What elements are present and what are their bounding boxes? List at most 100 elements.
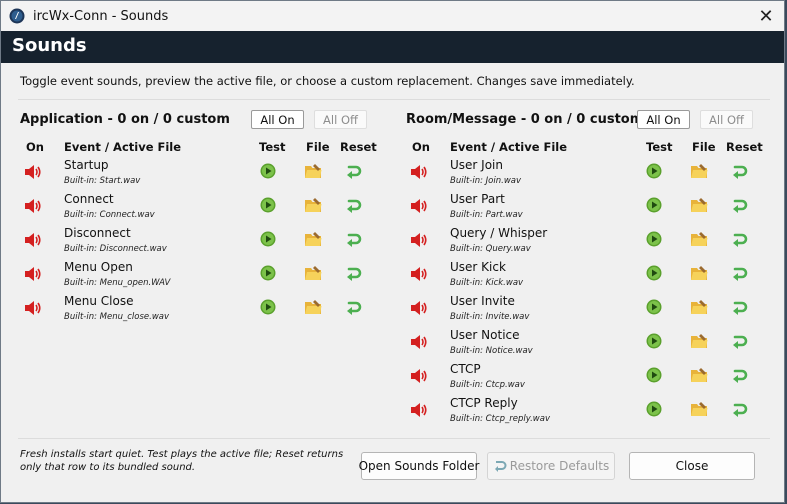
active-file: Built-in: Kick.wav — [450, 278, 524, 288]
event-name: Query / Whisper — [450, 226, 548, 240]
play-icon[interactable] — [260, 265, 276, 281]
folder-icon[interactable] — [690, 367, 708, 383]
col-on: On — [26, 140, 44, 154]
window-title: ircWx-Conn - Sounds — [33, 8, 169, 24]
play-icon[interactable] — [260, 299, 276, 315]
room-all-off-button[interactable]: All Off — [700, 110, 753, 129]
speaker-muted-icon[interactable] — [24, 300, 42, 316]
sound-row: CTCP Built-in: Ctcp.wav — [406, 362, 761, 396]
reset-arrow-icon[interactable] — [731, 367, 749, 383]
event-name: Menu Close — [64, 294, 134, 308]
room-all-on-button[interactable]: All On — [637, 110, 690, 129]
col-reset: Reset — [340, 140, 377, 154]
col-test: Test — [646, 140, 673, 154]
reset-arrow-icon[interactable] — [731, 299, 749, 315]
play-icon[interactable] — [646, 333, 662, 349]
sound-row: User Invite Built-in: Invite.wav — [406, 294, 761, 328]
speaker-muted-icon[interactable] — [410, 266, 428, 282]
room-message-panel: Room/Message - 0 on / 0 custom All On Al… — [406, 109, 763, 430]
speaker-muted-icon[interactable] — [410, 368, 428, 384]
play-icon[interactable] — [646, 231, 662, 247]
app-logo-icon — [9, 8, 25, 24]
reset-arrow-icon[interactable] — [345, 299, 363, 315]
sound-row: User Kick Built-in: Kick.wav — [406, 260, 761, 294]
title-bar: ircWx-Conn - Sounds ✕ — [1, 1, 784, 31]
play-icon[interactable] — [646, 265, 662, 281]
folder-icon[interactable] — [690, 231, 708, 247]
reset-arrow-icon[interactable] — [731, 197, 749, 213]
play-icon[interactable] — [646, 163, 662, 179]
speaker-muted-icon[interactable] — [410, 402, 428, 418]
folder-icon[interactable] — [304, 299, 322, 315]
play-icon[interactable] — [260, 197, 276, 213]
active-file: Built-in: Invite.wav — [450, 312, 530, 322]
application-all-off-button[interactable]: All Off — [314, 110, 367, 129]
sound-row: Menu Open Built-in: Menu_open.WAV — [20, 260, 375, 294]
folder-icon[interactable] — [304, 231, 322, 247]
play-icon[interactable] — [646, 401, 662, 417]
restore-defaults-button[interactable]: Restore Defaults — [487, 452, 615, 480]
room-title: Room/Message - 0 on / 0 custom — [406, 112, 644, 127]
footer-note: Fresh installs start quiet. Test plays t… — [20, 449, 344, 473]
sound-row: User Part Built-in: Part.wav — [406, 192, 761, 226]
application-all-on-button[interactable]: All On — [251, 110, 304, 129]
application-title: Application - 0 on / 0 custom — [20, 112, 230, 127]
sound-row: Connect Built-in: Connect.wav — [20, 192, 375, 226]
speaker-muted-icon[interactable] — [24, 198, 42, 214]
event-name: User Join — [450, 158, 503, 172]
sounds-dialog: ircWx-Conn - Sounds ✕ Sounds Toggle even… — [0, 0, 785, 503]
play-icon[interactable] — [260, 163, 276, 179]
close-window-icon[interactable]: ✕ — [756, 6, 776, 27]
event-name: User Kick — [450, 260, 506, 274]
col-event: Event / Active File — [450, 140, 568, 154]
reset-arrow-icon[interactable] — [731, 163, 749, 179]
folder-icon[interactable] — [304, 197, 322, 213]
speaker-muted-icon[interactable] — [410, 300, 428, 316]
folder-icon[interactable] — [690, 333, 708, 349]
play-icon[interactable] — [646, 197, 662, 213]
reset-arrow-icon[interactable] — [345, 197, 363, 213]
reset-arrow-icon[interactable] — [731, 401, 749, 417]
active-file: Built-in: Query.wav — [450, 244, 531, 254]
play-icon[interactable] — [260, 231, 276, 247]
play-icon[interactable] — [646, 367, 662, 383]
sound-row: User Notice Built-in: Notice.wav — [406, 328, 761, 362]
top-divider — [18, 99, 770, 100]
folder-icon[interactable] — [304, 265, 322, 281]
close-button[interactable]: Close — [629, 452, 755, 480]
speaker-muted-icon[interactable] — [410, 334, 428, 350]
folder-icon[interactable] — [304, 163, 322, 179]
folder-icon[interactable] — [690, 265, 708, 281]
speaker-muted-icon[interactable] — [410, 164, 428, 180]
speaker-muted-icon[interactable] — [24, 266, 42, 282]
speaker-muted-icon[interactable] — [410, 232, 428, 248]
active-file: Built-in: Disconnect.wav — [64, 244, 167, 254]
active-file: Built-in: Start.wav — [64, 176, 141, 186]
reset-arrow-icon — [494, 461, 507, 472]
reset-arrow-icon[interactable] — [731, 333, 749, 349]
sound-row: Query / Whisper Built-in: Query.wav — [406, 226, 761, 260]
sound-row: CTCP Reply Built-in: Ctcp_reply.wav — [406, 396, 761, 430]
speaker-muted-icon[interactable] — [24, 164, 42, 180]
folder-icon[interactable] — [690, 197, 708, 213]
room-rows: User Join Built-in: Join.wav User Part Buil… — [406, 158, 761, 430]
folder-icon[interactable] — [690, 299, 708, 315]
folder-icon[interactable] — [690, 401, 708, 417]
active-file: Built-in: Ctcp.wav — [450, 380, 525, 390]
active-file: Built-in: Ctcp_reply.wav — [450, 414, 550, 424]
open-sounds-folder-button[interactable]: Open Sounds Folder — [359, 452, 479, 480]
speaker-muted-icon[interactable] — [24, 232, 42, 248]
speaker-muted-icon[interactable] — [410, 198, 428, 214]
reset-arrow-icon[interactable] — [345, 265, 363, 281]
reset-arrow-icon[interactable] — [731, 231, 749, 247]
room-column-headers: On Event / Active File Test File Reset — [406, 140, 763, 158]
application-rows: Startup Built-in: Start.wav Connect Built-i… — [20, 158, 375, 328]
folder-icon[interactable] — [690, 163, 708, 179]
reset-arrow-icon[interactable] — [345, 163, 363, 179]
active-file: Built-in: Notice.wav — [450, 346, 533, 356]
page-title: Sounds — [12, 35, 87, 56]
active-file: Built-in: Join.wav — [450, 176, 522, 186]
play-icon[interactable] — [646, 299, 662, 315]
reset-arrow-icon[interactable] — [731, 265, 749, 281]
reset-arrow-icon[interactable] — [345, 231, 363, 247]
